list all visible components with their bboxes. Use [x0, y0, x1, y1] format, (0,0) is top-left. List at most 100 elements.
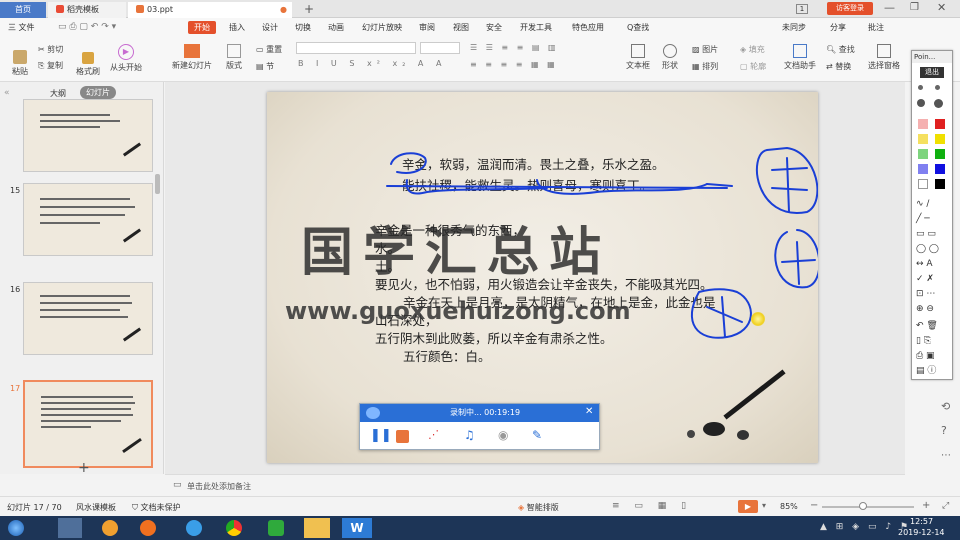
font-style-buttons[interactable]: B I U S x² x₂ A A [298, 59, 446, 68]
add-slide-icon[interactable]: + [78, 460, 90, 476]
layout-button[interactable]: 版式 [226, 44, 242, 71]
notes-bar[interactable]: ▭ 单击此处添加备注 [165, 474, 905, 496]
collapse-panel-icon[interactable]: « [4, 88, 10, 98]
panel-scrollbar[interactable] [155, 174, 160, 194]
menu-developer[interactable]: 开发工具 [520, 22, 552, 33]
color-swatch[interactable] [918, 179, 928, 189]
slides-tab[interactable]: 幻灯片 [80, 86, 116, 99]
taskbar-app[interactable] [268, 520, 284, 536]
recorder-close-icon[interactable]: ✕ [585, 406, 593, 417]
taskbar-app[interactable] [58, 518, 82, 538]
menu-insert[interactable]: 插入 [229, 22, 245, 33]
slide-thumbnail[interactable] [23, 183, 153, 256]
visitor-login-button[interactable]: 访客登录 [827, 2, 873, 15]
stop-icon[interactable] [396, 430, 409, 443]
search-button[interactable]: Q查找 [627, 22, 649, 33]
paragraph-buttons[interactable]: ☰ ☰ ≡ ≡ ▤ ▥ [470, 43, 559, 52]
zoom-out-icon[interactable]: − [810, 500, 818, 511]
protection-status[interactable]: ⛉ 文档未保护 [132, 502, 181, 513]
more-icon[interactable]: ⋯ [941, 450, 951, 461]
picture-button[interactable]: ▨ 图片 [692, 44, 718, 55]
menu-transition[interactable]: 切换 [295, 22, 311, 33]
new-tab-icon[interactable]: + [304, 2, 314, 16]
tab-home[interactable]: 首页 [0, 2, 46, 18]
menu-home[interactable]: 开始 [188, 21, 216, 34]
history-icon[interactable]: ⟲ [941, 400, 950, 413]
font-size-select[interactable] [420, 42, 460, 54]
tab-document[interactable]: 03.ppt ● [128, 2, 292, 18]
pen-size-medium[interactable] [917, 99, 925, 107]
outline-tab[interactable]: 大纲 [50, 88, 66, 99]
replace-button[interactable]: ⇄ 替换 [826, 61, 851, 72]
zoom-slider[interactable] [822, 506, 914, 508]
taskbar-app[interactable] [140, 520, 156, 536]
close-window-icon[interactable]: ✕ [937, 1, 946, 14]
shape-button[interactable]: 形状 [662, 44, 678, 71]
play-slideshow-button[interactable]: ▶ [738, 500, 758, 513]
file-explorer-icon[interactable] [304, 518, 330, 538]
align-buttons[interactable]: ≡ ≡ ≡ ≡ ▦ ▦ [470, 60, 558, 69]
color-swatch[interactable] [935, 149, 945, 159]
color-swatch[interactable] [935, 119, 945, 129]
comment-button[interactable]: 批注 [868, 22, 884, 33]
color-swatch[interactable] [918, 119, 928, 129]
menu-review[interactable]: 审阅 [419, 22, 435, 33]
wps-icon[interactable]: W [342, 518, 372, 538]
exit-button[interactable]: 退出 [920, 67, 944, 78]
menu-animation[interactable]: 动画 [328, 22, 344, 33]
zoom-in-icon[interactable]: + [922, 500, 930, 511]
pen-size-small[interactable] [935, 85, 940, 90]
drawing-tools[interactable]: ∿ ∕ ╱ ─ ▭ ▭ ◯ ◯ ↔ A ✓ ✗ ⊡ ⋯ ⊕ ⊖ [916, 197, 950, 317]
color-swatch[interactable] [918, 149, 928, 159]
color-swatch[interactable] [918, 134, 928, 144]
fit-window-icon[interactable]: ⤢ [942, 501, 949, 511]
pen-size-small[interactable] [918, 85, 923, 90]
select-pane-button[interactable]: 选择窗格 [868, 44, 900, 71]
format-painter-button[interactable]: 格式刷 [76, 52, 100, 77]
doc-assistant-button[interactable]: 文档助手 [784, 44, 816, 71]
color-swatch[interactable] [935, 164, 945, 174]
menu-slideshow[interactable]: 幻灯片放映 [362, 22, 402, 33]
quick-access-icons[interactable]: ▭ ⎙ ▢ ↶ ↷ ▾ [58, 22, 116, 32]
color-swatch[interactable] [918, 164, 928, 174]
menu-design[interactable]: 设计 [262, 22, 278, 33]
section-button[interactable]: ▤ 节 [256, 61, 274, 72]
color-swatch[interactable] [935, 179, 945, 189]
action-tools[interactable]: ↶ 🗑︎ ▯ ⎘ ⎙ ▣ ▤ ⓘ [916, 319, 950, 379]
smart-layout-button[interactable]: ◈ 智能排版 [518, 502, 559, 513]
cut-button[interactable]: ✂ 剪切 [38, 44, 63, 55]
audio-icon[interactable]: ♫ [464, 428, 475, 442]
pause-icon[interactable]: ❚❚ [370, 428, 392, 443]
fill-button[interactable]: ◈ 填充 [740, 44, 765, 55]
slide-thumbnail[interactable] [23, 99, 153, 172]
slide-thumbnail[interactable] [23, 282, 153, 355]
copy-button[interactable]: ⎘ 复制 [38, 60, 63, 71]
slide-thumbnail-selected[interactable] [23, 380, 153, 468]
textbox-button[interactable]: 文本框 [626, 44, 650, 71]
menu-features[interactable]: 特色应用 [572, 22, 604, 33]
color-swatch[interactable] [935, 134, 945, 144]
zoom-slider-handle[interactable] [859, 502, 867, 510]
taskbar-app[interactable] [186, 520, 202, 536]
chrome-icon[interactable] [226, 520, 242, 536]
help-icon[interactable]: ? [941, 424, 947, 437]
from-start-button[interactable]: ▶ 从头开始 [110, 44, 142, 73]
pen-icon[interactable]: ✎ [532, 428, 542, 442]
find-button[interactable]: 🔍︎ 查找 [826, 44, 855, 55]
paste-button[interactable]: 粘贴 [12, 50, 28, 77]
font-name-select[interactable] [296, 42, 416, 54]
outline-button[interactable]: ▢ 轮廓 [740, 61, 766, 72]
share-button[interactable]: 分享 [830, 22, 846, 33]
slideshow-dropdown-icon[interactable]: ▾ [762, 501, 766, 510]
sync-status[interactable]: 未同步 [782, 22, 806, 33]
start-button[interactable] [8, 520, 24, 536]
menu-security[interactable]: 安全 [486, 22, 502, 33]
pen-size-large[interactable] [934, 99, 943, 108]
minimize-icon[interactable]: — [884, 1, 895, 14]
arrange-button[interactable]: ▦ 排列 [692, 61, 718, 72]
draw-line-icon[interactable]: ⋰ [428, 428, 439, 441]
maximize-icon[interactable]: ❐ [910, 2, 919, 13]
menu-file[interactable]: 三 文件 [8, 22, 35, 33]
taskbar-app[interactable] [102, 520, 118, 536]
reset-button[interactable]: ▭ 重置 [256, 44, 282, 55]
